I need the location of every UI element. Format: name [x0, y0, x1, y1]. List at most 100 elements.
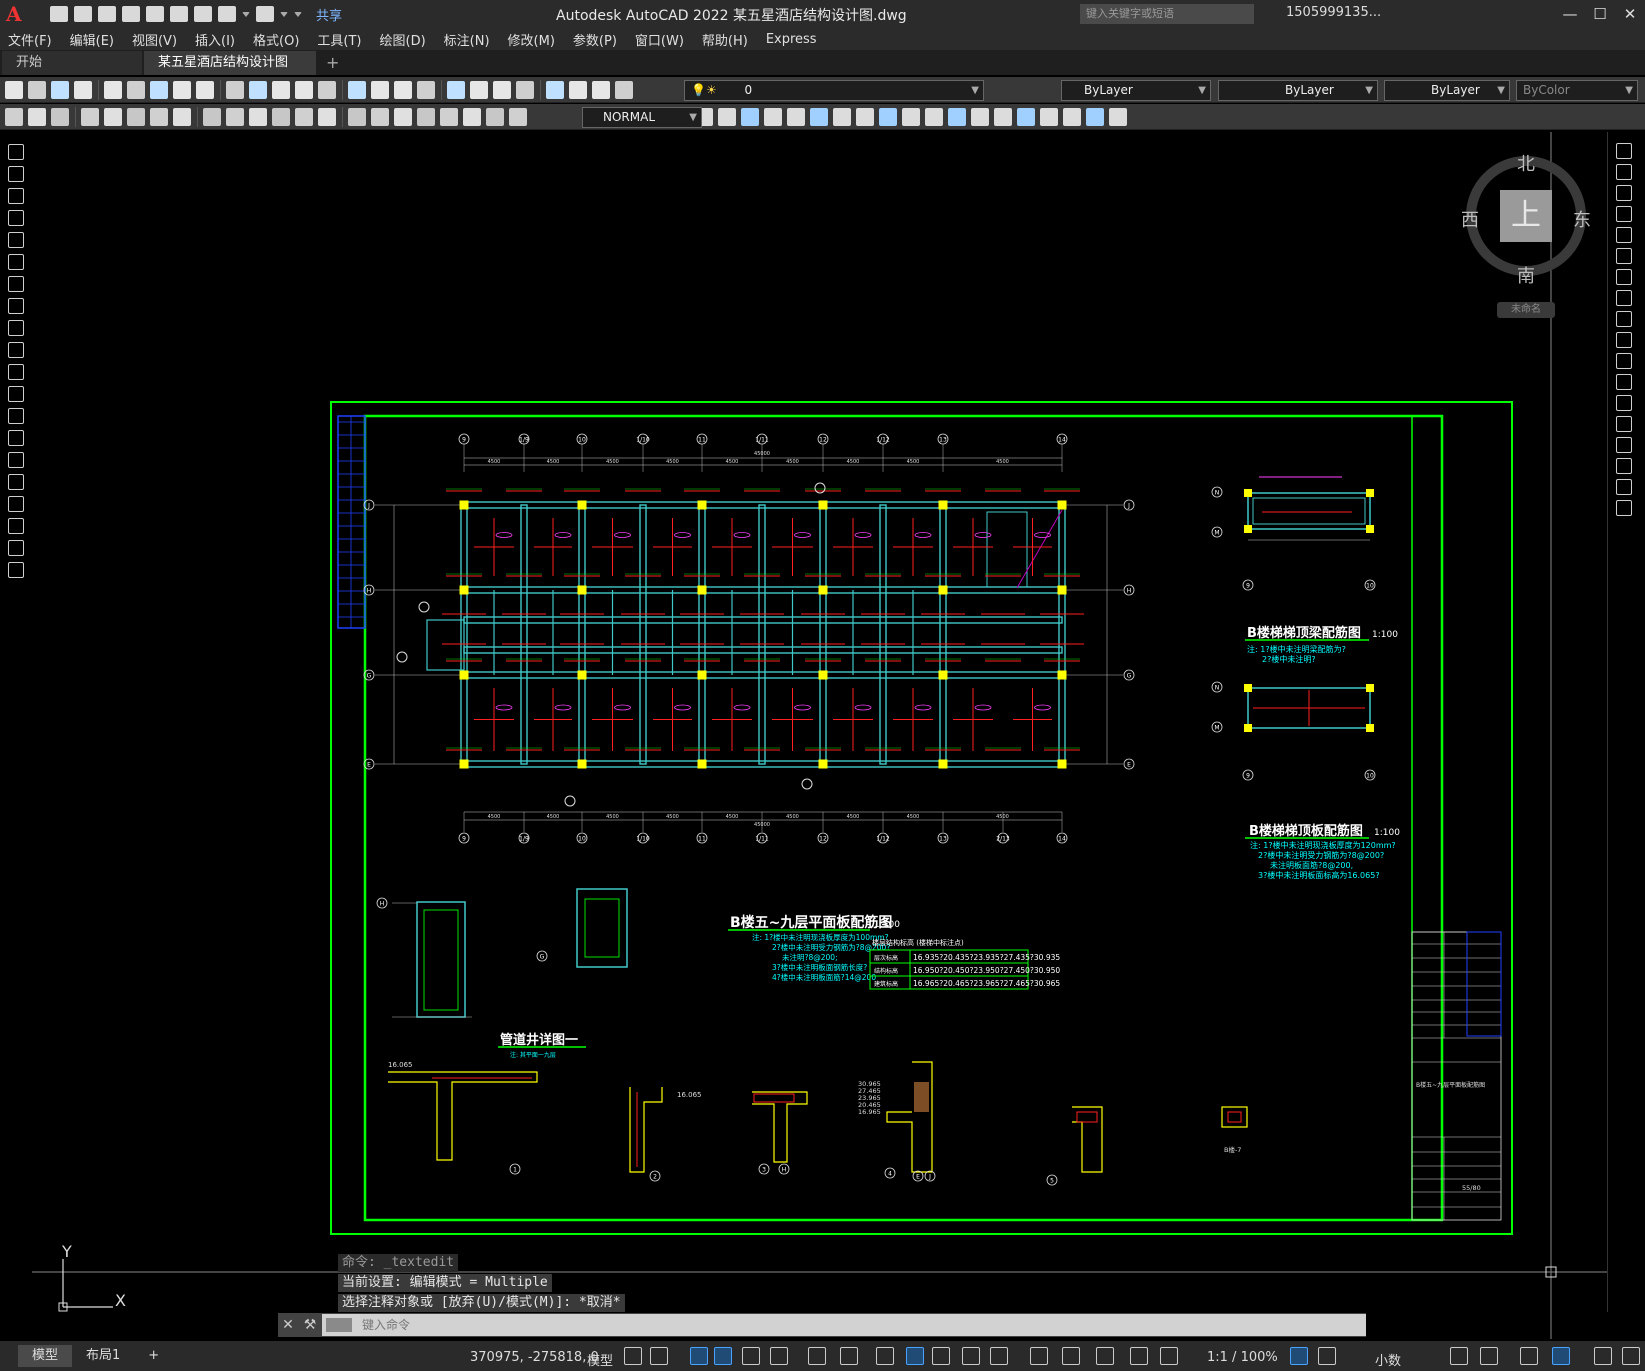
- status-toggle-icon[interactable]: [1290, 1347, 1308, 1365]
- autocad-logo-icon[interactable]: A: [6, 3, 28, 25]
- draw-tool-icon[interactable]: [8, 254, 24, 270]
- toolbar-tool-icon[interactable]: [348, 80, 366, 99]
- toolbar-tool-icon[interactable]: [5, 107, 23, 126]
- modify-tool-icon[interactable]: [718, 107, 736, 126]
- modify-tool-icon[interactable]: [1616, 374, 1632, 390]
- open-file-icon[interactable]: [74, 6, 92, 22]
- add-layout-button[interactable]: +: [134, 1345, 173, 1367]
- menu-parametric[interactable]: 参数(P): [573, 30, 627, 49]
- status-toggle-icon[interactable]: [1594, 1347, 1612, 1365]
- draw-tool-icon[interactable]: [8, 562, 24, 578]
- modify-tool-icon[interactable]: [1616, 458, 1632, 474]
- viewcube-east[interactable]: 东: [1573, 206, 1591, 232]
- draw-tool-icon[interactable]: [8, 342, 24, 358]
- toolbar-tool-icon[interactable]: [394, 107, 412, 126]
- customize-qat-icon[interactable]: [294, 11, 302, 17]
- menu-window[interactable]: 窗口(W): [635, 30, 694, 49]
- viewcube-south[interactable]: 南: [1517, 262, 1535, 288]
- undo-icon[interactable]: [218, 6, 236, 22]
- toolbar-tool-icon[interactable]: [272, 107, 290, 126]
- modify-tool-icon[interactable]: [1616, 332, 1632, 348]
- save-icon[interactable]: [98, 6, 116, 22]
- status-toggle-icon[interactable]: [1480, 1347, 1498, 1365]
- modify-tool-icon[interactable]: [1616, 143, 1632, 159]
- web-save-icon[interactable]: [170, 6, 188, 22]
- modify-tool-icon[interactable]: [902, 107, 920, 126]
- tab-drawing[interactable]: 某五星酒店结构设计图*✕: [144, 51, 316, 94]
- toolbar-tool-icon[interactable]: [592, 80, 610, 99]
- modify-tool-icon[interactable]: [1616, 185, 1632, 201]
- status-toggle-icon[interactable]: [962, 1347, 980, 1365]
- modify-tool-icon[interactable]: [1063, 107, 1081, 126]
- status-toggle-icon[interactable]: [624, 1347, 642, 1365]
- modify-tool-icon[interactable]: [1017, 107, 1035, 126]
- toolbar-tool-icon[interactable]: [196, 80, 214, 99]
- status-toggle-icon[interactable]: [1318, 1347, 1336, 1365]
- user-account[interactable]: 1505999135...: [1286, 5, 1381, 20]
- status-toggle-icon[interactable]: [742, 1347, 760, 1365]
- command-prompt-icon[interactable]: [326, 1318, 352, 1332]
- toolbar-tool-icon[interactable]: [28, 107, 46, 126]
- toolbar-tool-icon[interactable]: [470, 80, 488, 99]
- viewcube-top-face[interactable]: 上: [1500, 190, 1552, 242]
- status-toggle-icon[interactable]: [1552, 1347, 1570, 1365]
- toolbar-tool-icon[interactable]: [295, 107, 313, 126]
- status-toggle-icon[interactable]: [932, 1347, 950, 1365]
- toolbar-tool-icon[interactable]: [203, 107, 221, 126]
- status-toggle-icon[interactable]: [906, 1347, 924, 1365]
- modify-tool-icon[interactable]: [1616, 164, 1632, 180]
- web-open-icon[interactable]: [146, 6, 164, 22]
- save-as-icon[interactable]: [122, 6, 140, 22]
- modify-tool-icon[interactable]: [1616, 311, 1632, 327]
- status-toggle-icon[interactable]: [1096, 1347, 1114, 1365]
- draw-tool-icon[interactable]: [8, 408, 24, 424]
- modify-tool-icon[interactable]: [1616, 479, 1632, 495]
- modify-tool-icon[interactable]: [810, 107, 828, 126]
- wrench-icon[interactable]: ⚒: [298, 1317, 322, 1333]
- toolbar-tool-icon[interactable]: [417, 107, 435, 126]
- toolbar-tool-icon[interactable]: [226, 107, 244, 126]
- share-button[interactable]: 共享: [316, 5, 342, 24]
- toolbar-tool-icon[interactable]: [348, 107, 366, 126]
- toolbar-tool-icon[interactable]: [173, 80, 191, 99]
- toolbar-tool-icon[interactable]: [249, 107, 267, 126]
- lineweight-dropdown[interactable]: ByLayer ▼: [1384, 80, 1510, 101]
- status-toggle-icon[interactable]: [990, 1347, 1008, 1365]
- tab-layout1[interactable]: 布局1: [72, 1345, 134, 1367]
- toolbar-tool-icon[interactable]: [493, 80, 511, 99]
- command-input[interactable]: 键入命令: [322, 1314, 1366, 1336]
- draw-tool-icon[interactable]: [8, 518, 24, 534]
- viewcube-west[interactable]: 西: [1461, 206, 1479, 232]
- toolbar-tool-icon[interactable]: [150, 80, 168, 99]
- toolbar-tool-icon[interactable]: [318, 107, 336, 126]
- close-icon[interactable]: ✕: [278, 1317, 298, 1333]
- modify-tool-icon[interactable]: [1109, 107, 1127, 126]
- toolbar-tool-icon[interactable]: [447, 80, 465, 99]
- status-toggle-icon[interactable]: [650, 1347, 668, 1365]
- menu-edit[interactable]: 编辑(E): [70, 30, 124, 49]
- status-toggle-icon[interactable]: [770, 1347, 788, 1365]
- toolbar-tool-icon[interactable]: [104, 107, 122, 126]
- status-toggle-icon[interactable]: [1520, 1347, 1538, 1365]
- viewcube-north[interactable]: 北: [1517, 150, 1535, 176]
- new-file-icon[interactable]: [50, 6, 68, 22]
- modify-tool-icon[interactable]: [1040, 107, 1058, 126]
- draw-tool-icon[interactable]: [8, 188, 24, 204]
- modify-tool-icon[interactable]: [833, 107, 851, 126]
- toolbar-tool-icon[interactable]: [546, 80, 564, 99]
- toolbar-tool-icon[interactable]: [51, 107, 69, 126]
- modify-tool-icon[interactable]: [1616, 290, 1632, 306]
- modify-tool-icon[interactable]: [1616, 206, 1632, 222]
- modify-tool-icon[interactable]: [1616, 395, 1632, 411]
- status-toggle-icon[interactable]: [1062, 1347, 1080, 1365]
- chevron-down-icon[interactable]: [280, 11, 288, 17]
- modify-tool-icon[interactable]: [787, 107, 805, 126]
- model-space-canvas[interactable]: 9 1/9 10 1/10 11 1/11 12 1/12 13 14 9 1/9 10 1/10 11 1/…: [32, 132, 1607, 1339]
- modify-tool-icon[interactable]: [1086, 107, 1104, 126]
- chevron-down-icon[interactable]: [242, 11, 250, 17]
- toolbar-tool-icon[interactable]: [371, 107, 389, 126]
- status-toggle-icon[interactable]: [876, 1347, 894, 1365]
- layer-dropdown[interactable]: 💡☀ 0 ▼: [684, 80, 984, 101]
- toolbar-tool-icon[interactable]: [81, 107, 99, 126]
- modify-tool-icon[interactable]: [948, 107, 966, 126]
